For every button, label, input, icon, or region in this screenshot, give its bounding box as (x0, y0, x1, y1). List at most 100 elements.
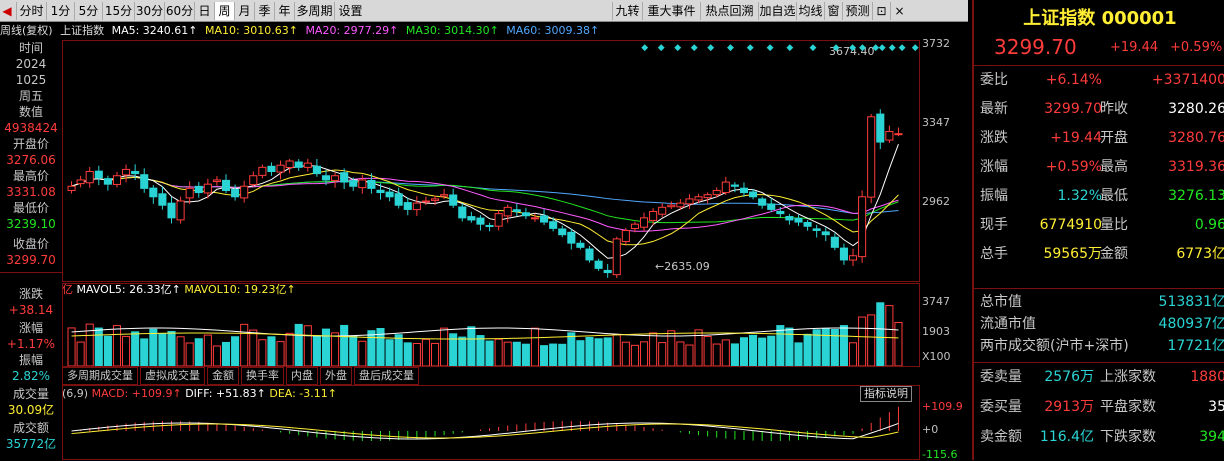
quote-pct: +0.59% (1170, 40, 1223, 55)
period-tab-11[interactable]: 多周期 (294, 2, 334, 20)
indicator-tab-4[interactable]: 内盘 (286, 367, 318, 385)
indicator-tab-5[interactable]: 外盘 (320, 367, 352, 385)
tool-button-2[interactable]: 热点回溯 (700, 2, 758, 20)
candle-body (658, 206, 667, 215)
quote-value-2: 3280.76 (1168, 130, 1224, 146)
close-icon[interactable]: × (890, 2, 908, 20)
period-tab-6[interactable]: 日 (194, 2, 214, 20)
quote-row: 现手 6774910 量比 0.96 (974, 213, 1224, 237)
candle-body (376, 189, 385, 194)
volume-bar (512, 341, 521, 366)
candle-body (839, 247, 848, 261)
main-legend: 周线(复权) 上证指数 MA5: 3240.61↑ MA10: 3010.63↑… (0, 23, 920, 39)
candle-body (494, 213, 503, 227)
ob-label: 委卖量 (980, 369, 1022, 385)
volume-bar (221, 341, 231, 366)
indicator-tab-3[interactable]: 换手率 (241, 367, 284, 385)
market-value: 17721亿 (1167, 338, 1224, 354)
quote-value-2: 6773亿 (1176, 246, 1224, 262)
weekday-value: 周五 (18, 89, 43, 103)
amount-value: 35772亿 (5, 437, 57, 451)
candle-body (540, 215, 549, 223)
indicator-tabs: 多周期成交量 虚拟成交量 金额 换手率 内盘 外盘 盘后成交量 (62, 367, 920, 385)
candle-body (467, 216, 476, 221)
period-tab-3[interactable]: 15分 (102, 2, 134, 20)
tool-button-1[interactable]: 重大事件 (642, 2, 700, 20)
period-tab-0[interactable]: 分时 (16, 2, 46, 20)
volume-bar (212, 345, 221, 366)
period-tab-7[interactable]: 周 (214, 2, 234, 20)
period-tab-12[interactable]: 设置 (334, 2, 366, 20)
volume-bar (203, 334, 212, 366)
candle-body (649, 211, 658, 221)
candle-body (194, 185, 203, 194)
tool-button-0[interactable]: 九转 (612, 2, 642, 20)
candle-body (739, 187, 749, 194)
quote-label: 现手 (980, 217, 1008, 233)
period-tab-2[interactable]: 5分 (74, 2, 102, 20)
volume-bar (294, 323, 303, 366)
indicator-tab-2[interactable]: 金额 (207, 367, 239, 385)
quote-label: 涨幅 (980, 159, 1008, 175)
candle-body (558, 228, 567, 236)
volume-bar (649, 332, 658, 366)
period-tab-1[interactable]: 1分 (46, 2, 74, 20)
quote-name: 上证指数 (1023, 8, 1096, 29)
volume-bar (158, 333, 167, 366)
volume-bar (630, 344, 639, 366)
candle-body (403, 202, 412, 210)
volume-bar (658, 342, 667, 366)
candle-body (203, 183, 212, 194)
candle-body (594, 260, 603, 269)
indicator-tab-1[interactable]: 虚拟成交量 (140, 367, 205, 385)
candle-body (122, 168, 131, 176)
candle-body (312, 165, 321, 175)
period-tab-10[interactable]: 年 (274, 2, 294, 20)
volume-bar (521, 343, 530, 366)
volume-bar (749, 334, 758, 366)
tool-button-6[interactable]: 预测 (842, 2, 872, 20)
volume-bar (103, 335, 112, 366)
quote-label-2: 昨收 (1100, 101, 1128, 117)
volume-bar (712, 343, 721, 366)
collapse-arrow-icon[interactable]: ◀ (0, 2, 14, 20)
restore-icon[interactable]: ⊡ (872, 2, 890, 20)
volume-bar (149, 328, 158, 366)
chart-type-label[interactable]: 周线(复权) (0, 24, 53, 37)
indicator-tab-0[interactable]: 多周期成交量 (62, 367, 138, 385)
mavol5-line (71, 327, 899, 337)
candle-body (749, 191, 758, 198)
high-label: 最高价 (12, 169, 49, 183)
period-tab-4[interactable]: 30分 (134, 2, 164, 20)
indicator-tab-6[interactable]: 盘后成交量 (354, 367, 419, 385)
ob-value-2: 35 (1208, 399, 1224, 415)
volume-chart[interactable] (63, 297, 919, 366)
tool-button-4[interactable]: 均线 (796, 2, 824, 20)
volume-bar (576, 340, 585, 366)
tool-button-5[interactable]: 窗 (824, 2, 842, 20)
period-tab-9[interactable]: 季 (254, 2, 274, 20)
volume-bar (176, 336, 185, 366)
volume-bar (821, 328, 830, 366)
candle-body (803, 221, 812, 227)
open-value: 3276.06 (6, 153, 56, 167)
candle-body (85, 171, 94, 184)
signal-diamond: ◆ (674, 43, 681, 53)
kline-chart[interactable]: 3674.40←2635.09◆◆◆◆◆◆◆◆◆◆◆◆◆◆◆◆◆◆◆◆◆◆◆◆◆… (63, 41, 919, 281)
quote-row: 委比 +6.14% +3371400 (974, 68, 1224, 92)
macd-chart[interactable] (63, 402, 919, 460)
candle-body (394, 193, 403, 206)
change-label: 涨跌 (18, 287, 43, 301)
volume-bar (567, 332, 576, 366)
candle-body (730, 184, 739, 187)
tool-button-3[interactable]: 加自选 (758, 2, 796, 20)
candle-body (512, 209, 521, 213)
period-tab-5[interactable]: 60分 (164, 2, 194, 20)
period-tab-8[interactable]: 月 (234, 2, 254, 20)
volume-bar (585, 336, 594, 366)
quote-label: 最新 (980, 101, 1008, 117)
candle-body (676, 202, 685, 208)
signal-diamond: ◆ (707, 43, 714, 53)
volume-bar (858, 316, 867, 366)
candle-body (176, 200, 185, 221)
